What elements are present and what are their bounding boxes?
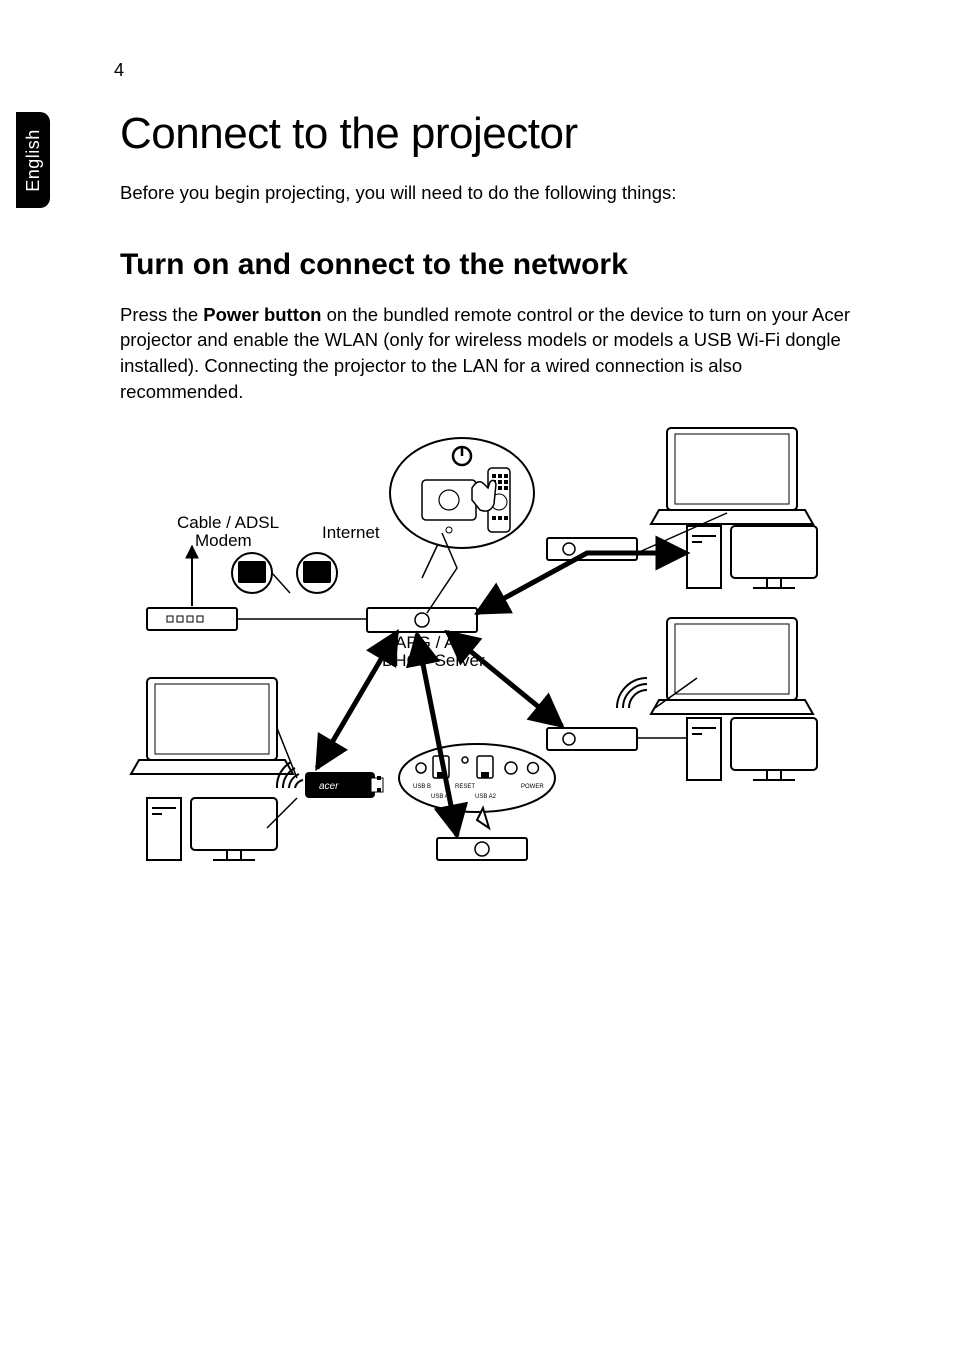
network-diagram: Cable / ADSL Modem Internet APG / AP DHC… [120,418,854,898]
intro-text: Before you begin projecting, you will ne… [120,181,854,206]
internet-icon-2 [232,553,272,593]
diagram-svg: Cable / ADSL Modem Internet APG / AP DHC… [127,418,847,898]
laptop-mid-right-icon [651,618,813,714]
port-power: POWER [521,784,544,790]
port-reset: RESET [455,784,475,790]
router-icon [367,608,477,632]
port-usb-a2: USB A2 [475,794,497,800]
projector-remote-bubble [390,438,534,578]
switch-bottom-icon [437,838,527,860]
desktop-mid-right-icon [687,718,817,780]
page-title: Connect to the projector [120,109,854,159]
section-body: Press the Power button on the bundled re… [120,302,854,404]
body-prefix: Press the [120,304,203,325]
wifi-icon [617,678,647,708]
label-modem: Modem [195,531,252,550]
desktop-top-right-icon [687,526,817,588]
label-dhcp: DHCP Server [382,651,485,670]
internet-icon [297,553,337,593]
language-tab-label: English [23,129,44,192]
page-number: 4 [114,60,854,81]
switch-top-icon [547,538,637,560]
dongle-brand-label: acer [319,781,339,792]
switch-mid-icon [547,728,637,750]
port-usb-b: USB B [413,784,431,790]
laptop-top-right-icon [651,428,813,524]
desktop-bottom-left-icon [147,798,277,860]
modem-icon [147,608,237,630]
body-bold: Power button [203,304,321,325]
laptop-bottom-left-icon [131,678,293,774]
label-internet: Internet [322,523,380,542]
section-heading: Turn on and connect to the network [120,248,854,282]
language-tab: English [16,112,50,208]
label-cable: Cable / ADSL [177,513,279,532]
port-bubble: USB B RESET POWER USB A1 USB A2 [399,744,555,828]
